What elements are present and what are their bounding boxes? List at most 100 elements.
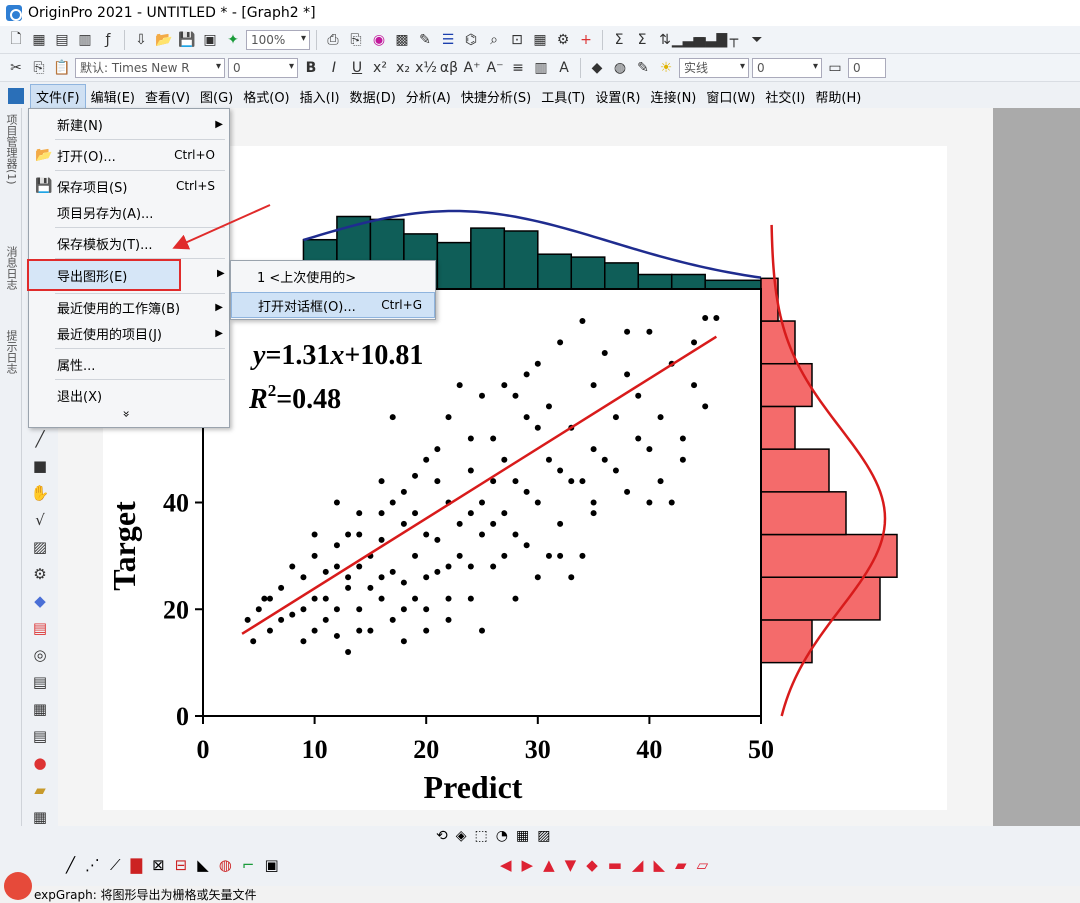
rectangle-tool-icon[interactable]: ■: [27, 455, 53, 477]
refresh-icon[interactable]: ◉: [369, 30, 389, 50]
menu-item-save-as[interactable]: 项目另存为(A)...: [29, 199, 229, 225]
align-down-icon[interactable]: ▼: [565, 856, 577, 874]
menu-item-open[interactable]: 📂 打开(O)... Ctrl+O: [29, 142, 229, 168]
menu-item-recent-books[interactable]: 最近使用的工作簿(B) ▶: [29, 294, 229, 320]
tab-project-explorer[interactable]: 项目管理器(1): [3, 114, 19, 185]
mask-tool-icon[interactable]: ⚙: [27, 563, 53, 585]
area-plot-icon[interactable]: ◣: [197, 856, 209, 874]
line-plot-icon[interactable]: ╱: [66, 856, 75, 874]
menu-item-properties[interactable]: 属性...: [29, 351, 229, 377]
decrease-font-icon[interactable]: A⁻: [485, 58, 505, 78]
calculator-icon[interactable]: ▦: [530, 30, 550, 50]
3d-rotate-icon[interactable]: ⟲: [436, 828, 448, 844]
notes-icon[interactable]: ✎: [415, 30, 435, 50]
menu-item-new[interactable]: 新建(N) ▶: [29, 111, 229, 137]
menu-item-recent-projects[interactable]: 最近使用的项目(J) ▶: [29, 320, 229, 346]
column-align-icon[interactable]: ▥: [531, 58, 551, 78]
graph-tool-icon[interactable]: ▨: [27, 536, 53, 558]
color-tool-icon[interactable]: ◆: [27, 590, 53, 612]
menu-graph[interactable]: 图(G): [195, 85, 238, 108]
menu-help[interactable]: 帮助(H): [810, 85, 866, 108]
font-color-icon[interactable]: A: [554, 58, 574, 78]
3d-color-icon[interactable]: ▨: [537, 828, 550, 844]
save-template-icon[interactable]: ▣: [200, 30, 220, 50]
cut-icon[interactable]: ✂: [6, 58, 26, 78]
new-graph-icon[interactable]: ▤: [52, 30, 72, 50]
menu-edit[interactable]: 编辑(E): [86, 85, 140, 108]
stats-icon[interactable]: Σ: [632, 30, 652, 50]
tree-icon[interactable]: ⌬: [461, 30, 481, 50]
rescale-icon[interactable]: ◎: [27, 644, 53, 666]
print-icon[interactable]: ⎙: [323, 30, 343, 50]
underline-icon[interactable]: U: [347, 58, 367, 78]
find-icon[interactable]: ⌕: [484, 30, 504, 50]
menu-item-exit[interactable]: 退出(X): [29, 382, 229, 408]
distribute-icon[interactable]: ◆: [586, 856, 598, 874]
menu-connectivity[interactable]: 连接(N): [646, 85, 702, 108]
menu-analysis[interactable]: 分析(A): [401, 85, 456, 108]
menu-insert[interactable]: 插入(I): [295, 85, 345, 108]
step-plot-icon[interactable]: ⌐: [242, 856, 255, 874]
copy-icon[interactable]: ⎘: [29, 58, 49, 78]
new-function-icon[interactable]: ƒ: [98, 30, 118, 50]
menu-gadgets[interactable]: 快捷分析(S): [456, 85, 536, 108]
clipboard-icon[interactable]: ⎘: [346, 30, 366, 50]
equation-tool-icon[interactable]: √: [27, 509, 53, 531]
data-reader-icon[interactable]: ⊡: [507, 30, 527, 50]
add-column-icon[interactable]: +: [576, 30, 596, 50]
menu-preferences[interactable]: 设置(R): [590, 85, 645, 108]
tab-messages-log[interactable]: 消息日志: [3, 246, 19, 290]
new-matrix-icon[interactable]: ▥: [75, 30, 95, 50]
fill-color-icon[interactable]: ◆: [587, 58, 607, 78]
sum-icon[interactable]: Σ: [609, 30, 629, 50]
box-plot-icon[interactable]: ⊟: [175, 856, 188, 874]
align-right-icon[interactable]: ▶: [522, 856, 534, 874]
line-style-combo[interactable]: 实线 ▾: [679, 57, 749, 78]
greek-icon[interactable]: αβ: [439, 58, 459, 78]
column-plot-icon[interactable]: ▇: [131, 856, 143, 874]
legend-icon[interactable]: ▤: [27, 671, 53, 693]
bold-icon[interactable]: B: [301, 58, 321, 78]
recalc-icon[interactable]: ✦: [223, 30, 243, 50]
3d-surface-icon[interactable]: ◈: [456, 828, 467, 844]
menu-view[interactable]: 查看(V): [140, 85, 195, 108]
subscript-icon[interactable]: x₂: [393, 58, 413, 78]
menu-data[interactable]: 数据(D): [345, 85, 401, 108]
contour-plot-icon[interactable]: ⊠: [152, 856, 165, 874]
import-icon[interactable]: ⇩: [131, 30, 151, 50]
menu-item-save-project[interactable]: 💾 保存项目(S) Ctrl+S: [29, 173, 229, 199]
light-icon[interactable]: ☀: [656, 58, 676, 78]
submenu-item-open-dialog[interactable]: 打开对话框(O)... Ctrl+G: [231, 292, 435, 318]
line-tool-icon[interactable]: ╱: [27, 428, 53, 450]
open-icon[interactable]: 📂: [154, 30, 174, 50]
font-size-combo[interactable]: 0 ▾: [228, 57, 298, 78]
font-combo[interactable]: 默认: Times New R ▾: [75, 57, 225, 78]
line-symbol-plot-icon[interactable]: ⟋: [110, 856, 121, 874]
line-color-icon[interactable]: ✎: [633, 58, 653, 78]
menu-window[interactable]: 窗口(W): [701, 85, 760, 108]
pattern-icon[interactable]: ▭: [825, 58, 845, 78]
menu-item-save-template[interactable]: 保存模板为(T)...: [29, 230, 229, 256]
supersubscript-icon[interactable]: x½: [415, 58, 437, 78]
pattern-combo[interactable]: 0: [848, 57, 886, 78]
color-scale-icon[interactable]: ▤: [27, 617, 53, 639]
box-chart-icon[interactable]: ┬: [724, 30, 744, 50]
3d-cube-icon[interactable]: ⬚: [475, 828, 488, 844]
italic-icon[interactable]: I: [324, 58, 344, 78]
3d-speed-icon[interactable]: ◔: [496, 828, 508, 844]
folder-icon[interactable]: ▰: [27, 779, 53, 801]
stack-icon[interactable]: ▬: [608, 856, 622, 874]
record-icon[interactable]: ●: [27, 752, 53, 774]
align-up-icon[interactable]: ▲: [543, 856, 555, 874]
save-icon[interactable]: 💾: [177, 30, 197, 50]
hand-tool-icon[interactable]: ✋: [27, 482, 53, 504]
3d-grid-icon[interactable]: ▦: [516, 828, 529, 844]
increase-font-icon[interactable]: A⁺: [462, 58, 482, 78]
paste-icon[interactable]: 📋: [52, 58, 72, 78]
graph-window-icon[interactable]: [8, 88, 24, 104]
palette-icon[interactable]: ◍: [610, 58, 630, 78]
film-icon[interactable]: ▩: [392, 30, 412, 50]
superscript-icon[interactable]: x²: [370, 58, 390, 78]
table-icon[interactable]: ▤: [27, 725, 53, 747]
bring-front-icon[interactable]: ◢: [632, 856, 644, 874]
